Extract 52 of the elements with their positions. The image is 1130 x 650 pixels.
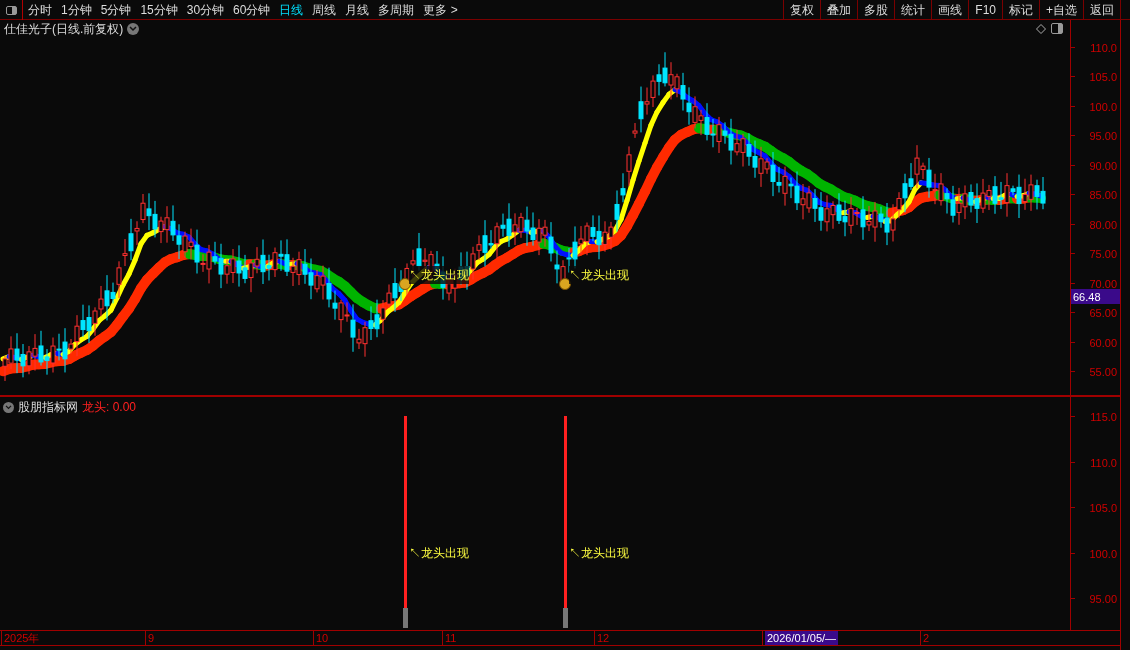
toolbar-button[interactable]: 多股: [857, 0, 895, 19]
period-tab[interactable]: 30分钟: [186, 0, 225, 19]
period-tab[interactable]: 周线: [312, 0, 337, 19]
date-label: 12: [597, 631, 610, 645]
period-tab[interactable]: 日线: [279, 0, 304, 19]
period-tab[interactable]: 更多 >: [423, 0, 458, 19]
price-tick-label: 100.0: [1089, 99, 1117, 115]
indicator-value: 龙头: 0.00: [82, 399, 137, 416]
price-tick-label: 60.00: [1089, 335, 1117, 351]
indicator-tick-label: 115.0: [1090, 410, 1117, 425]
price-tick-label: 55.00: [1089, 364, 1117, 380]
toolbar-button[interactable]: 返回: [1083, 0, 1120, 19]
signal-label: ↖龙头出现: [409, 545, 469, 562]
signal-label: ↖龙头出现: [569, 545, 629, 562]
date-label: 9: [148, 631, 155, 645]
stock-title: 仕佳光子(日线.前复权): [3, 21, 124, 38]
toolbar-button[interactable]: F10: [968, 0, 1002, 19]
toolbar-button[interactable]: 统计: [894, 0, 932, 19]
indicator-tick-label: 110.0: [1090, 455, 1117, 471]
price-tick-label: 110.0: [1090, 41, 1117, 56]
signal-label: ↖龙头出现: [569, 266, 629, 284]
toolbar-button[interactable]: 标记: [1002, 0, 1039, 19]
date-label: 11: [445, 631, 457, 645]
period-tab[interactable]: 分时: [28, 0, 52, 19]
toolbar-button[interactable]: 画线: [931, 0, 969, 19]
indicator-tick-label: 95.00: [1089, 592, 1117, 607]
period-tab[interactable]: 60分钟: [233, 0, 271, 19]
period-tab[interactable]: 多周期: [378, 0, 415, 19]
period-tab[interactable]: 15分钟: [140, 0, 178, 19]
price-tick-label: 85.00: [1089, 188, 1117, 204]
indicator-name: 股朋指标网: [18, 399, 78, 416]
indicator-tick-label: 105.0: [1089, 501, 1117, 516]
price-tick-label: 90.00: [1089, 158, 1117, 174]
toolbar-button[interactable]: 复权: [783, 0, 821, 19]
period-tab[interactable]: 月线: [345, 0, 370, 19]
date-label: 2025年: [4, 631, 40, 645]
toolbar-button[interactable]: 叠加: [820, 0, 858, 19]
price-tick-label: 70.00: [1089, 276, 1117, 292]
toolbar-button[interactable]: +自选: [1039, 0, 1083, 19]
date-label: 2026/01/05/—: [765, 631, 839, 645]
current-price-badge: 66.48: [1071, 289, 1120, 305]
period-tab[interactable]: 1分钟: [61, 0, 92, 19]
price-tick-label: 65.00: [1089, 306, 1117, 322]
period-tab[interactable]: 5分钟: [100, 0, 132, 19]
date-label: 10: [316, 631, 329, 645]
date-label: 2: [923, 631, 930, 645]
price-tick-label: 105.0: [1089, 70, 1117, 86]
price-tick-label: 75.00: [1089, 247, 1117, 263]
indicator-tick-label: 100.0: [1089, 546, 1117, 562]
signal-label: ↖龙头出现: [409, 266, 469, 284]
price-tick-label: 80.00: [1089, 217, 1117, 233]
price-tick-label: 95.00: [1089, 129, 1117, 145]
